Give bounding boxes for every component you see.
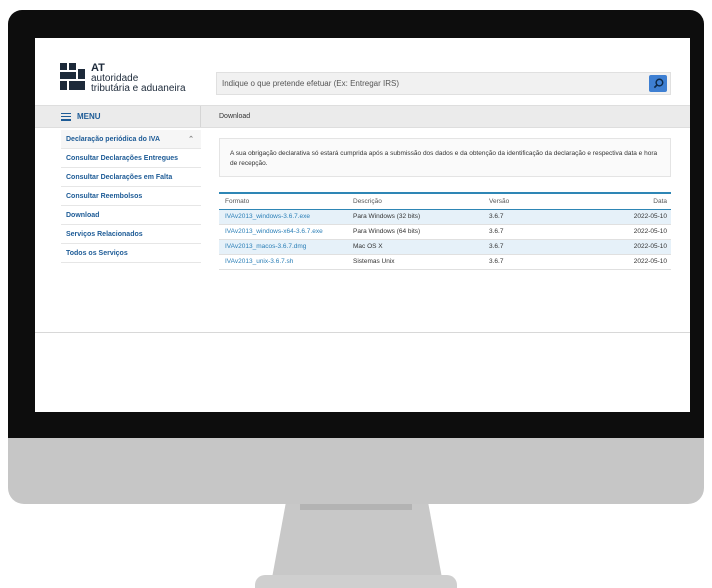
monitor-chin xyxy=(8,438,704,504)
table-row: IVAv2013_windows-3.6.7.exe Para Windows … xyxy=(219,209,671,225)
sidebar-item-consultar-reembolsos[interactable]: Consultar Reembolsos xyxy=(61,187,201,206)
downloads-table: Formato Descrição Versão Data IVAv2013_w… xyxy=(219,192,671,270)
search-icon xyxy=(653,78,663,89)
search-button[interactable] xyxy=(649,75,667,92)
date-cell: 2022-05-10 xyxy=(587,254,671,270)
description-cell: Para Windows (64 bits) xyxy=(347,224,483,240)
column-header-formato: Formato xyxy=(219,193,347,210)
monitor-stand xyxy=(272,504,442,578)
table-header-row: Formato Descrição Versão Data xyxy=(219,193,671,210)
column-header-descricao: Descrição xyxy=(347,193,483,210)
sidebar-item-download[interactable]: Download xyxy=(61,206,201,225)
sidebar-item-label: Serviços Relacionados xyxy=(66,231,143,238)
sidebar-item-label: Todos os Serviços xyxy=(66,250,128,257)
header: AT autoridade tributária e aduaneira xyxy=(35,38,690,104)
at-logo-icon xyxy=(60,63,86,90)
version-cell: 3.6.7 xyxy=(483,224,587,240)
sidebar-item-label: Consultar Reembolsos xyxy=(66,193,143,200)
menu-label: MENU xyxy=(77,112,101,121)
screen: AT autoridade tributária e aduaneira MEN… xyxy=(35,38,690,412)
notice-text: A sua obrigação declarativa só estará cu… xyxy=(230,150,658,167)
sidebar-item-declaracao-periodica-iva[interactable]: Declaração periódica do IVA ⌃ xyxy=(61,130,201,149)
notice-box: A sua obrigação declarativa só estará cu… xyxy=(219,138,671,177)
sidebar-item-todos-os-servicos[interactable]: Todos os Serviços xyxy=(61,244,201,263)
content-divider xyxy=(35,332,690,333)
menu-toggle-button[interactable]: MENU xyxy=(61,106,101,127)
download-link[interactable]: IVAv2013_windows-x64-3.6.7.exe xyxy=(219,224,347,240)
date-cell: 2022-05-10 xyxy=(587,239,671,255)
version-cell: 3.6.7 xyxy=(483,254,587,270)
breadcrumb: Download xyxy=(219,113,251,120)
chevron-up-icon[interactable]: ⌃ xyxy=(188,130,194,149)
download-link[interactable]: IVAv2013_macos-3.6.7.dmg xyxy=(219,239,347,255)
sidebar-item-label: Consultar Declarações em Falta xyxy=(66,174,173,181)
sidebar-item-label: Download xyxy=(66,212,100,219)
sidebar-item-consultar-declaracoes-entregues[interactable]: Consultar Declarações Entregues xyxy=(61,149,201,168)
search-bar xyxy=(216,72,671,95)
download-link[interactable]: IVAv2013_windows-3.6.7.exe xyxy=(219,209,347,225)
description-cell: Para Windows (32 bits) xyxy=(347,209,483,225)
table-row: IVAv2013_unix-3.6.7.sh Sistemas Unix 3.6… xyxy=(219,254,671,270)
version-cell: 3.6.7 xyxy=(483,209,587,225)
menu-divider xyxy=(200,106,201,127)
sidebar-item-servicos-relacionados[interactable]: Serviços Relacionados xyxy=(61,225,201,244)
monitor-stand-shadow xyxy=(300,504,412,510)
monitor-stand-base xyxy=(255,575,457,588)
date-cell: 2022-05-10 xyxy=(587,224,671,240)
menu-bar: MENU Download xyxy=(35,105,690,128)
logo-text: AT autoridade tributária e aduaneira xyxy=(91,63,186,94)
description-cell: Sistemas Unix xyxy=(347,254,483,270)
logo-line-2: tributária e aduaneira xyxy=(91,83,186,94)
sidebar-item-consultar-declaracoes-em-falta[interactable]: Consultar Declarações em Falta xyxy=(61,168,201,187)
sidebar: Declaração periódica do IVA ⌃ Consultar … xyxy=(61,130,201,263)
search-input[interactable] xyxy=(222,73,642,94)
hamburger-icon xyxy=(61,112,71,121)
column-header-versao: Versão xyxy=(483,193,587,210)
sidebar-item-label: Consultar Declarações Entregues xyxy=(66,155,179,162)
sidebar-item-label: Declaração periódica do IVA xyxy=(66,136,161,143)
table-row: IVAv2013_macos-3.6.7.dmg Mac OS X 3.6.7 … xyxy=(219,239,671,255)
version-cell: 3.6.7 xyxy=(483,239,587,255)
download-link[interactable]: IVAv2013_unix-3.6.7.sh xyxy=(219,254,347,270)
table-row: IVAv2013_windows-x64-3.6.7.exe Para Wind… xyxy=(219,224,671,240)
date-cell: 2022-05-10 xyxy=(587,209,671,225)
description-cell: Mac OS X xyxy=(347,239,483,255)
site-logo[interactable]: AT autoridade tributária e aduaneira xyxy=(60,63,186,94)
column-header-data: Data xyxy=(587,193,671,210)
